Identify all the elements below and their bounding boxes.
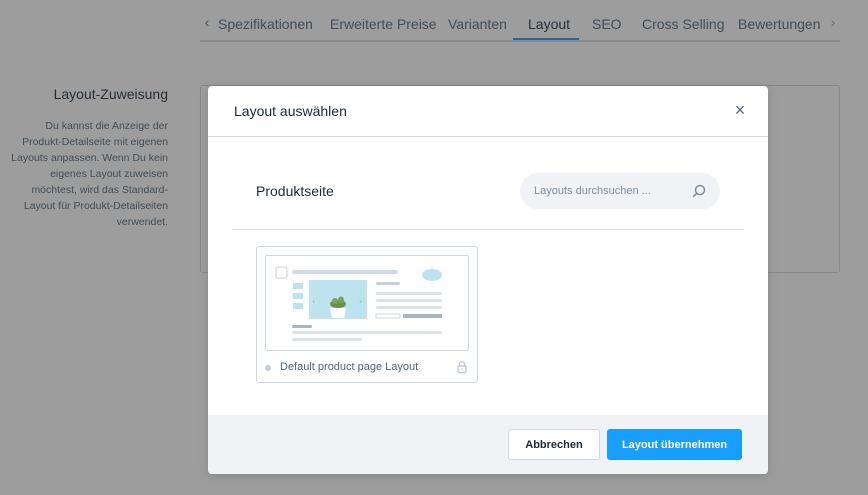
search-icon[interactable] — [691, 183, 707, 199]
layout-select-modal: Layout auswählen × Produktseite ‹ › — [208, 86, 768, 474]
layout-search — [520, 173, 720, 209]
section-divider — [232, 229, 744, 230]
status-dot — [265, 365, 271, 371]
layout-card[interactable]: ‹ › Default product page Layout — [256, 246, 478, 383]
layout-name: Default product page Layout — [280, 361, 419, 373]
search-input[interactable] — [534, 173, 684, 209]
close-icon[interactable]: × — [730, 100, 750, 120]
layout-preview-image: ‹ › — [275, 266, 442, 341]
cancel-button[interactable]: Abbrechen — [508, 429, 600, 460]
modal-footer: Abbrechen Layout übernehmen — [208, 415, 768, 474]
layout-card-label: Default product page Layout — [265, 360, 469, 376]
modal-header: Layout auswählen × — [208, 86, 768, 137]
svg-text:›: › — [359, 297, 362, 306]
modal-title: Layout auswählen — [234, 103, 347, 119]
section-title: Produktseite — [256, 183, 334, 199]
svg-text:‹: ‹ — [312, 297, 315, 306]
lock-icon — [457, 361, 467, 374]
apply-layout-button[interactable]: Layout übernehmen — [607, 429, 742, 460]
layout-preview: ‹ › — [265, 255, 469, 351]
